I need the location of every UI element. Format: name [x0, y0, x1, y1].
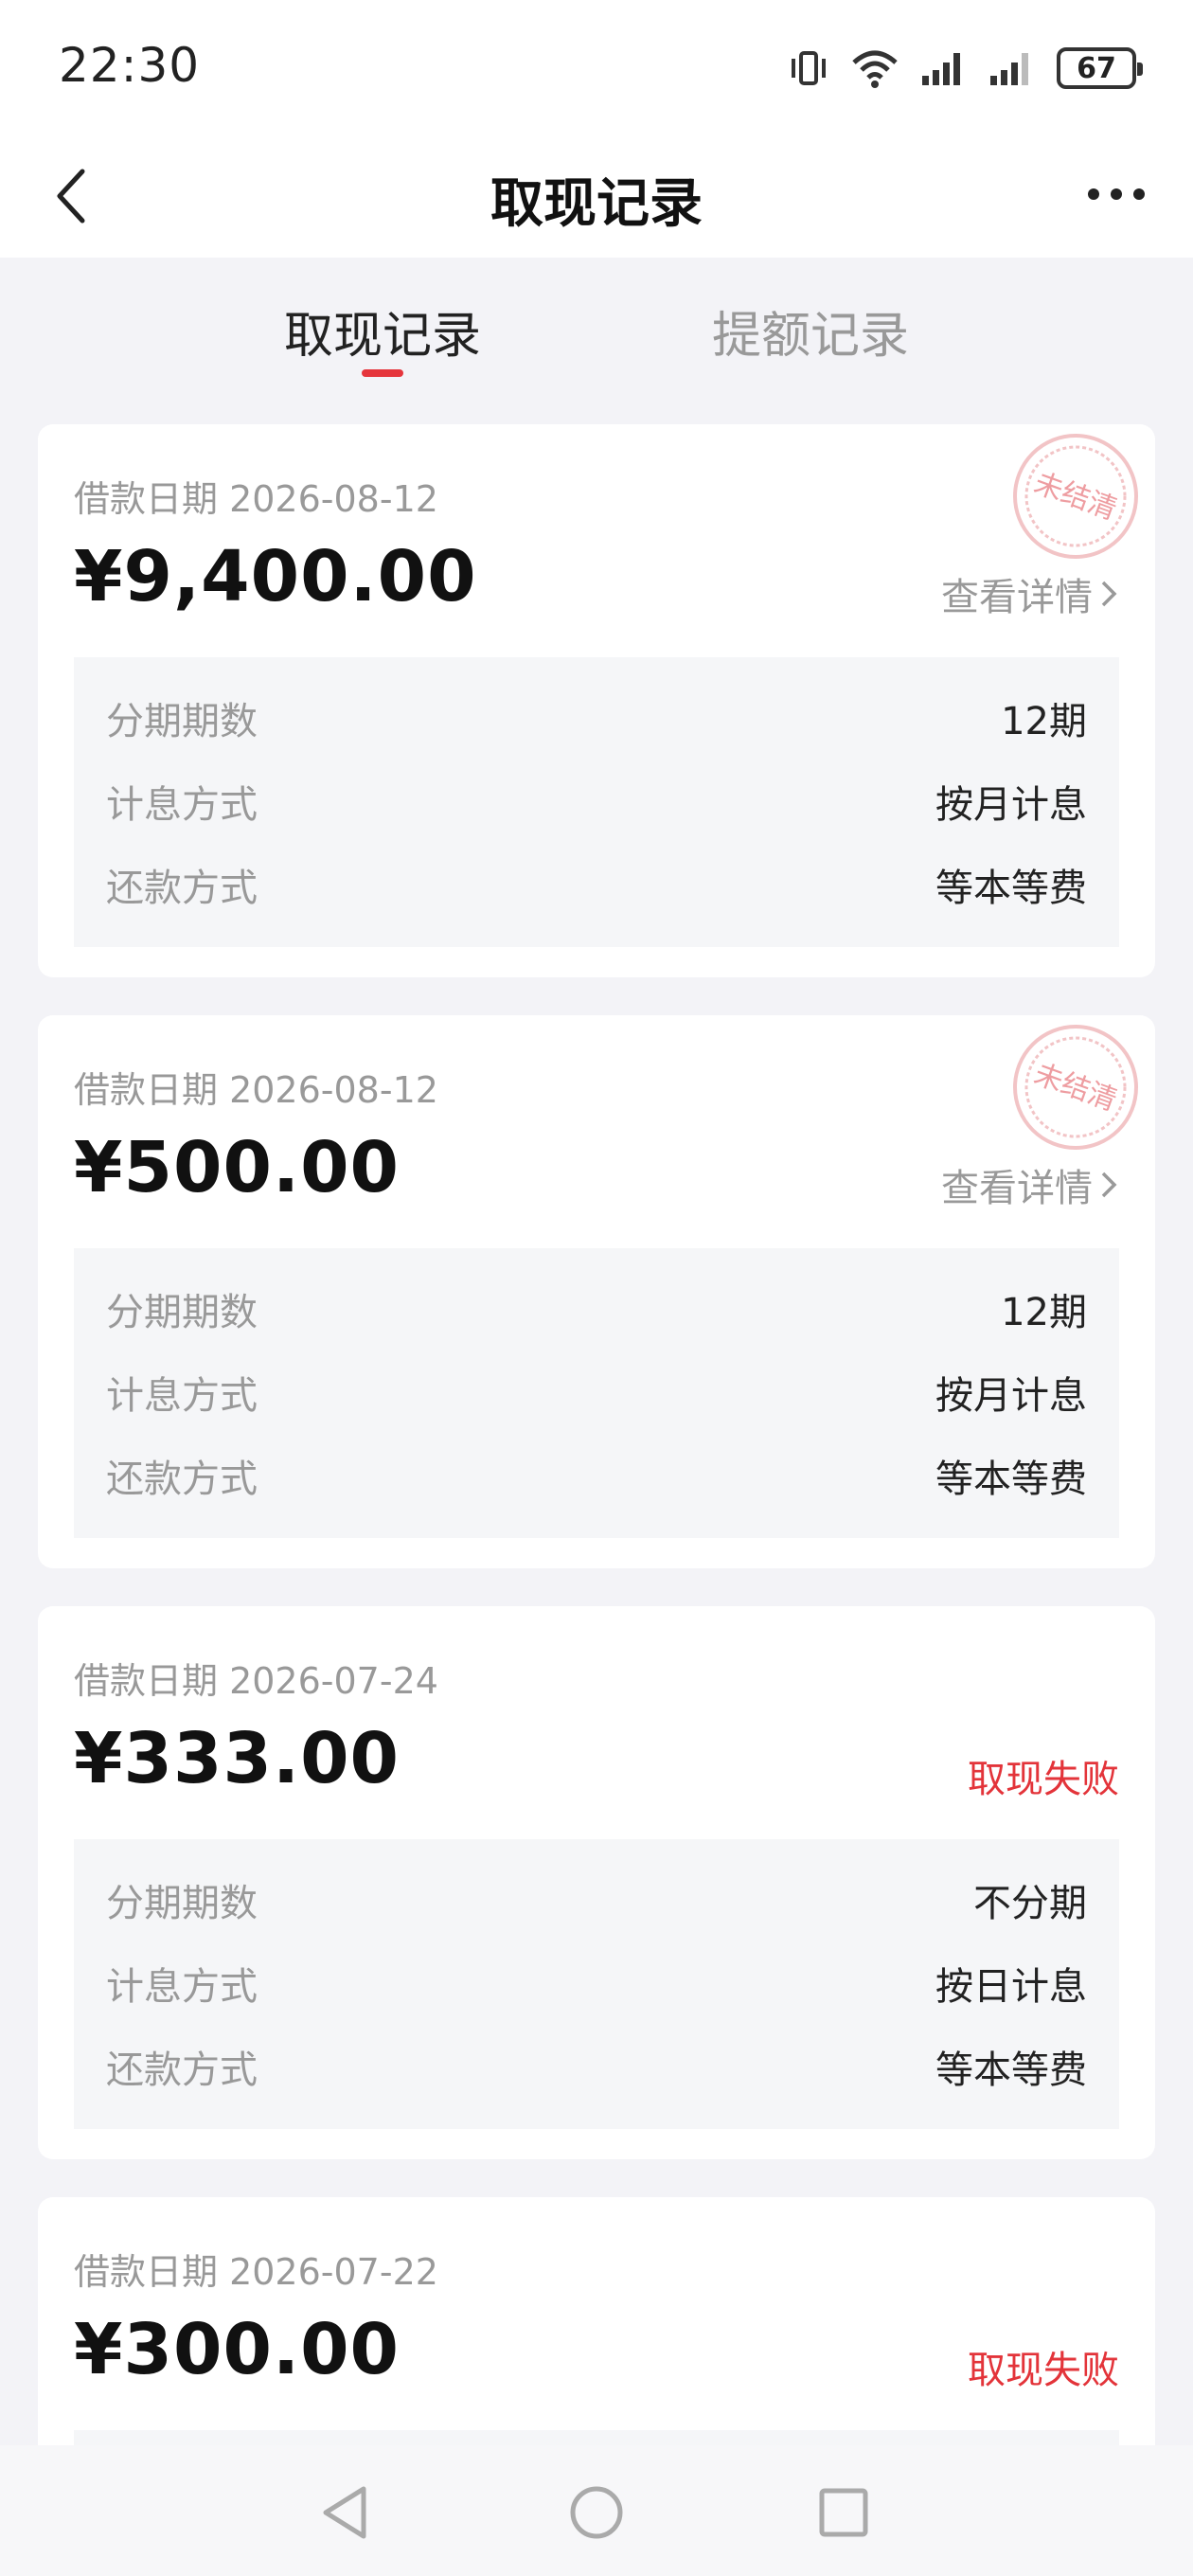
battery-level: 67 [1077, 51, 1116, 85]
repayment-method-label: 还款方式 [106, 867, 258, 910]
withdraw-status: 取现失败 [968, 1748, 1119, 1803]
wifi-icon [850, 47, 899, 89]
interest-method-row: 计息方式 按月计息 [106, 773, 1087, 830]
more-dot [1088, 188, 1099, 200]
nav-back-icon[interactable] [312, 2479, 379, 2546]
signal-icon [988, 49, 1036, 87]
installments-value: 12期 [1001, 700, 1087, 743]
header: 取现记录 [0, 133, 1193, 258]
stamp-text: 未结清 [1030, 1058, 1122, 1118]
interest-method-row: 计息方式 按月计息 [106, 1364, 1087, 1421]
more-button[interactable] [1074, 161, 1159, 227]
page-title: 取现记录 [490, 173, 703, 235]
withdraw-status: 取现失败 [968, 2339, 1119, 2394]
loan-date: 借款日期 2026-08-12 [74, 478, 438, 520]
view-details-link[interactable]: 查看详情 [941, 566, 1119, 621]
loan-amount: ¥500.00 [74, 1127, 401, 1208]
battery-indicator: 67 [1057, 47, 1143, 89]
repayment-method-label: 还款方式 [106, 2048, 258, 2092]
unsettled-stamp: 未结清 [1013, 1025, 1138, 1150]
tab-cash-records[interactable]: 取现记录 [284, 295, 481, 367]
vibrate-icon [788, 47, 829, 89]
record-info: 分期期数 12期 计息方式 按月计息 还款方式 等本等费 [74, 1248, 1119, 1538]
record-info: 分期期数 12期 计息方式 按月计息 还款方式 等本等费 [74, 657, 1119, 947]
loan-amount: ¥9,400.00 [74, 536, 477, 617]
loan-date: 借款日期 2026-08-12 [74, 1069, 438, 1111]
installments-row: 分期期数 12期 [106, 1280, 1087, 1337]
status-bar: 22:30 67 [0, 0, 1193, 133]
record-card[interactable]: 借款日期 2026-07-22 ¥300.00 取现失败 [38, 2197, 1155, 2481]
status-time: 22:30 [59, 38, 201, 93]
withdraw-status-label: 取现失败 [968, 2349, 1119, 2392]
loan-amount: ¥333.00 [74, 1718, 401, 1799]
interest-method-row: 计息方式 按日计息 [106, 1955, 1087, 2012]
record-info: 分期期数 不分期 计息方式 按日计息 还款方式 等本等费 [74, 1839, 1119, 2129]
view-details-link[interactable]: 查看详情 [941, 1157, 1119, 1212]
interest-method-label: 计息方式 [106, 1965, 258, 2009]
system-nav-bar [0, 2445, 1193, 2576]
installments-value: 12期 [1001, 1291, 1087, 1334]
installments-label: 分期期数 [106, 700, 258, 743]
repayment-method-value: 等本等费 [935, 867, 1087, 910]
repayment-method-row: 还款方式 等本等费 [106, 2038, 1087, 2095]
loan-amount: ¥300.00 [74, 2309, 401, 2390]
withdraw-status-label: 取现失败 [968, 1758, 1119, 1801]
interest-method-label: 计息方式 [106, 783, 258, 827]
stamp-text: 未结清 [1030, 467, 1122, 528]
tab-limit-records[interactable]: 提额记录 [712, 295, 909, 367]
chevron-right-icon [1101, 581, 1117, 607]
record-card[interactable]: 借款日期 2026-08-12 ¥9,400.00 未结清 查看详情 分期期数 … [38, 424, 1155, 977]
installments-row: 分期期数 不分期 [106, 1871, 1087, 1928]
tab-active-indicator [362, 369, 403, 377]
repayment-method-row: 还款方式 等本等费 [106, 856, 1087, 913]
unsettled-stamp: 未结清 [1013, 434, 1138, 559]
loan-date: 借款日期 2026-07-24 [74, 1660, 438, 1702]
more-dot [1111, 188, 1122, 200]
repayment-method-value: 等本等费 [935, 2048, 1087, 2092]
repayment-method-label: 还款方式 [106, 1458, 258, 1501]
interest-method-value: 按月计息 [935, 783, 1087, 827]
chevron-right-icon [1101, 1172, 1117, 1198]
nav-recents-icon[interactable] [810, 2479, 877, 2546]
record-card[interactable]: 借款日期 2026-08-12 ¥500.00 未结清 查看详情 分期期数 12… [38, 1015, 1155, 1568]
signal-icon [920, 49, 968, 87]
interest-method-value: 按月计息 [935, 1374, 1087, 1418]
interest-method-value: 按日计息 [935, 1965, 1087, 2009]
installments-row: 分期期数 12期 [106, 689, 1087, 746]
interest-method-label: 计息方式 [106, 1374, 258, 1418]
loan-date: 借款日期 2026-07-22 [74, 2251, 438, 2293]
installments-label: 分期期数 [106, 1882, 258, 1925]
installments-value: 不分期 [973, 1882, 1087, 1925]
repayment-method-value: 等本等费 [935, 1458, 1087, 1501]
status-icons: 67 [788, 42, 1143, 95]
repayment-method-row: 还款方式 等本等费 [106, 1447, 1087, 1504]
installments-label: 分期期数 [106, 1291, 258, 1334]
view-details-label: 查看详情 [941, 1167, 1093, 1210]
tab-bar: 取现记录 提额记录 [0, 258, 1193, 419]
record-card[interactable]: 借款日期 2026-07-24 ¥333.00 取现失败 分期期数 不分期 计息… [38, 1606, 1155, 2159]
nav-home-icon[interactable] [563, 2479, 630, 2546]
view-details-label: 查看详情 [941, 576, 1093, 619]
more-dot [1133, 188, 1145, 200]
